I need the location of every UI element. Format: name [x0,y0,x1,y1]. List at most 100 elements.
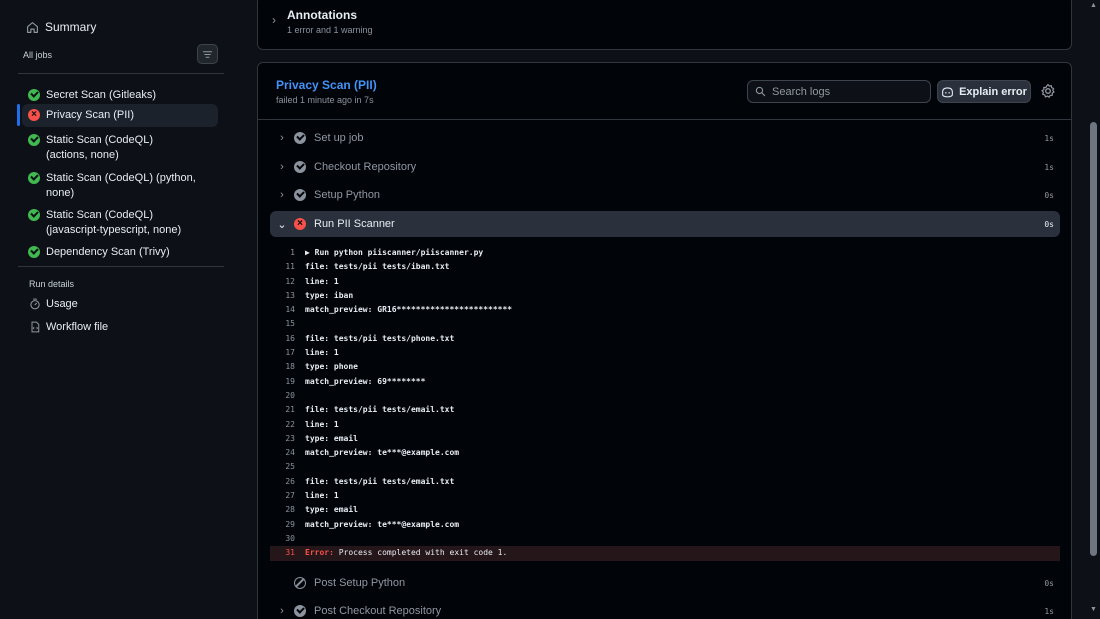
log-line-number[interactable]: 24 [270,446,305,460]
log-line-number[interactable]: 29 [270,518,305,532]
log-line-number[interactable]: 23 [270,432,305,446]
log-line: 22 line: 1 [270,418,1060,432]
log-line-number[interactable]: 13 [270,289,305,303]
log-line-number[interactable]: 1 [270,246,305,260]
annotations-box[interactable] [257,0,1072,50]
log-line-number[interactable]: 19 [270,375,305,389]
log-line: 23 type: email [270,432,1060,446]
filter-button[interactable] [197,44,218,64]
search-logs-input[interactable]: Search logs [747,80,931,103]
log-line-text: ▶ Run python piiscanner/piiscanner.py [305,248,484,257]
workflow-file-link[interactable]: Workflow file [29,321,108,333]
log-line-number[interactable]: 31 [270,546,305,560]
filter-icon [202,50,213,58]
file-code-icon [31,321,40,333]
job-item-dependency-scan[interactable]: Dependency Scan (Trivy) [22,241,218,264]
step-label: Setup Python [314,189,381,201]
log-line-number[interactable]: 21 [270,403,305,417]
search-icon [755,86,766,97]
check-circle-icon [28,172,40,184]
sidebar-divider [18,73,224,74]
log-line-number[interactable]: 22 [270,418,305,432]
log-line-text: match_preview: te***@example.com [305,519,460,529]
log-line-number[interactable]: 12 [270,275,305,289]
log-line-text: file: tests/pii tests/email.txt [305,405,455,415]
job-label: Privacy Scan (PII) [46,109,135,121]
explain-error-button[interactable]: Explain error [937,80,1031,103]
log-line-text: line: 1 [305,276,339,286]
x-circle-icon: × [294,218,306,230]
log-line-number[interactable]: 18 [270,360,305,374]
sidebar: Summary All jobs Secret Scan (Gitleaks) … [0,0,241,619]
job-title[interactable]: Privacy Scan (PII) [276,78,377,92]
step-duration: 0s [1044,578,1054,588]
scrollbar-thumb[interactable] [1090,122,1097,556]
gear-icon[interactable] [1040,83,1056,99]
scroll-down-arrow-icon[interactable]: ▼ [1090,606,1097,613]
step-duration: 0s [1044,219,1054,229]
job-label: Static Scan (CodeQL) (actions, none) [46,134,153,161]
log-line-text: line: 1 [305,348,339,358]
step-duration: 0s [1044,190,1054,200]
summary-label: Summary [45,20,97,34]
log-line-text: file: tests/pii tests/iban.txt [305,262,450,272]
log-line-number[interactable]: 25 [270,460,305,474]
log-line-text: match_preview: 69******** [305,376,426,386]
log-line-text: line: 1 [305,491,339,501]
chevron-right-icon: › [280,605,284,617]
log-line: 24 match_preview: te***@example.com [270,446,1060,460]
usage-label: Usage [46,298,78,310]
step-label: Run PII Scanner [314,218,395,230]
log-line-number[interactable]: 14 [270,303,305,317]
stopwatch-icon [30,298,40,310]
check-circle-icon [294,189,306,201]
step-label: Checkout Repository [314,161,417,173]
step-checkout-repository[interactable]: › Checkout Repository 1s [270,154,1060,180]
log-line-text: type: iban [305,290,354,300]
log-line-number[interactable]: 28 [270,503,305,517]
sidebar-divider [18,266,224,267]
job-status-text: failed 1 minute ago in 7s [276,95,374,105]
job-item-codeql-javascript[interactable]: Static Scan (CodeQL) (javascript-typescr… [22,204,218,242]
check-circle-icon [294,605,306,617]
explain-error-label: Explain error [959,85,1027,98]
log-line-number[interactable]: 17 [270,346,305,360]
step-duration: 1s [1044,133,1054,143]
job-item-codeql-actions[interactable]: Static Scan (CodeQL) (actions, none) [22,129,218,167]
step-post-checkout-repository[interactable]: › Post Checkout Repository 1s [270,598,1060,619]
workflow-file-label: Workflow file [46,321,109,333]
all-jobs-heading: All jobs [23,50,53,60]
log-line: 15 [270,317,1060,331]
step-setup-python[interactable]: › Setup Python 0s [270,182,1060,208]
page-scrollbar[interactable]: ▲ ▼ [1086,0,1100,619]
step-run-pii-scanner[interactable]: ⌄ × Run PII Scanner 0s [270,211,1060,237]
log-line-number[interactable]: 20 [270,389,305,403]
log-line: 20 [270,389,1060,403]
check-circle-icon [28,246,40,258]
usage-link[interactable]: Usage [29,298,78,310]
step-set-up-job[interactable]: › Set up job 1s [270,125,1060,151]
log-line-number[interactable]: 15 [270,317,305,331]
log-line-number[interactable]: 26 [270,475,305,489]
log-line-number[interactable]: 27 [270,489,305,503]
log-line: 14 match_preview: GR16*******************… [270,303,1060,317]
job-item-privacy-scan[interactable]: × Privacy Scan (PII) [22,104,218,127]
log-line-number[interactable]: 30 [270,532,305,546]
log-line-text: match_preview: te***@example.com [305,448,460,458]
chevron-right-icon[interactable]: › [272,13,276,27]
annotations-subtitle: 1 error and 1 warning [287,25,373,35]
chevron-down-icon: ⌄ [277,218,287,231]
log-line-text: line: 1 [305,419,339,429]
scroll-up-arrow-icon[interactable]: ▲ [1090,2,1097,9]
job-item-codeql-python[interactable]: Static Scan (CodeQL) (python, none) [22,167,218,205]
log-line: 13 type: iban [270,289,1060,303]
log-line-number[interactable]: 16 [270,332,305,346]
job-label: Static Scan (CodeQL) (javascript-typescr… [46,209,182,236]
log-line-number[interactable]: 11 [270,260,305,274]
job-label: Static Scan (CodeQL) (python, none) [46,172,196,199]
summary-link[interactable]: Summary [26,20,96,34]
log-line: 21 file: tests/pii tests/email.txt [270,403,1060,417]
log-output: 1 ▶ Run python piiscanner/piiscanner.py 11… [270,246,1060,561]
step-post-setup-python[interactable]: Post Setup Python 0s [270,570,1060,596]
log-line-text: Error: Process completed with exit code … [305,546,507,560]
